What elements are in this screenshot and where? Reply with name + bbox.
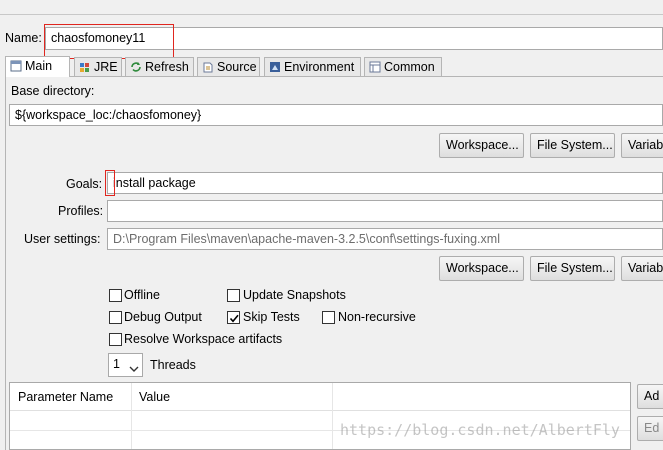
name-field[interactable]: chaosfomoney11 bbox=[45, 27, 663, 50]
profiles-label: Profiles: bbox=[58, 204, 104, 218]
debug-output-label: Debug Output bbox=[124, 310, 202, 324]
name-label: Name: bbox=[5, 31, 42, 45]
checkmark-icon bbox=[229, 314, 239, 323]
skip-tests-checkbox[interactable] bbox=[227, 311, 240, 324]
jre-icon bbox=[79, 60, 91, 72]
base-directory-field[interactable]: ${workspace_loc:/chaosfomoney} bbox=[9, 104, 663, 126]
column-divider bbox=[332, 383, 333, 449]
tab-source-label: Source bbox=[217, 60, 257, 74]
tab-jre[interactable]: JRE bbox=[74, 57, 122, 76]
base-variables-button[interactable]: Variab bbox=[621, 133, 663, 158]
threads-value: 1 bbox=[113, 357, 120, 371]
tab-environment-label: Environment bbox=[284, 60, 355, 74]
update-snapshots-label: Update Snapshots bbox=[243, 288, 346, 302]
add-parameter-button[interactable]: Ad bbox=[637, 384, 663, 409]
base-workspace-button[interactable]: Workspace... bbox=[439, 133, 524, 158]
settings-workspace-button[interactable]: Workspace... bbox=[439, 256, 524, 281]
debug-output-checkbox[interactable] bbox=[109, 311, 122, 324]
parameters-table[interactable]: Parameter Name Value bbox=[9, 382, 631, 450]
threads-label: Threads bbox=[150, 358, 196, 372]
profiles-field[interactable] bbox=[107, 200, 663, 222]
settings-variables-button[interactable]: Variab bbox=[621, 256, 663, 281]
base-file-system-button[interactable]: File System... bbox=[530, 133, 615, 158]
resolve-workspace-label: Resolve Workspace artifacts bbox=[124, 332, 283, 346]
tab-source[interactable]: Source bbox=[197, 57, 260, 76]
user-settings-label: User settings: bbox=[24, 232, 101, 246]
goals-label: Goals: bbox=[66, 177, 103, 191]
user-settings-field[interactable]: D:\Program Files\maven\apache-maven-3.2.… bbox=[107, 228, 663, 250]
top-separator bbox=[0, 14, 663, 15]
resolve-workspace-checkbox[interactable] bbox=[109, 333, 122, 346]
watermark: https://blog.csdn.net/AlbertFly bbox=[340, 421, 620, 439]
source-icon bbox=[202, 60, 214, 73]
common-icon bbox=[369, 60, 381, 73]
tab-environment[interactable]: Environment bbox=[264, 57, 361, 76]
edit-parameter-button[interactable]: Ed bbox=[637, 416, 663, 441]
non-recursive-label: Non-recursive bbox=[338, 310, 416, 324]
column-header-value[interactable]: Value bbox=[139, 390, 170, 404]
tab-refresh-label: Refresh bbox=[145, 60, 189, 74]
non-recursive-checkbox[interactable] bbox=[322, 311, 335, 324]
offline-checkbox[interactable] bbox=[109, 289, 122, 302]
tab-main-label: Main bbox=[25, 59, 53, 73]
tab-common[interactable]: Common bbox=[364, 57, 442, 76]
offline-label: Offline bbox=[124, 288, 160, 302]
threads-select[interactable]: 1 bbox=[108, 353, 143, 377]
tab-common-label: Common bbox=[384, 60, 435, 74]
settings-file-system-button[interactable]: File System... bbox=[530, 256, 615, 281]
column-header-parameter-name[interactable]: Parameter Name bbox=[18, 390, 113, 404]
skip-tests-label: Skip Tests bbox=[243, 310, 300, 324]
column-divider bbox=[131, 383, 132, 449]
tab-jre-label: JRE bbox=[94, 60, 118, 74]
update-snapshots-checkbox[interactable] bbox=[227, 289, 240, 302]
tab-refresh[interactable]: Refresh bbox=[125, 57, 194, 76]
main-icon bbox=[10, 59, 22, 72]
goals-field[interactable]: install package bbox=[107, 172, 663, 194]
chevron-down-icon bbox=[129, 362, 139, 376]
environment-icon bbox=[269, 60, 281, 72]
tab-main[interactable]: Main bbox=[5, 56, 70, 77]
base-directory-label: Base directory: bbox=[11, 84, 95, 98]
refresh-icon bbox=[130, 60, 142, 72]
